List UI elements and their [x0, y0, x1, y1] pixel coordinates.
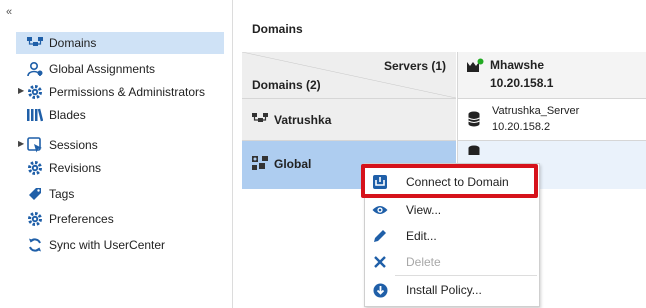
gear-icon	[27, 160, 43, 176]
menu-item-view[interactable]: View...	[365, 197, 539, 223]
sidebar-item-blades[interactable]: Blades	[16, 104, 224, 126]
server-name: Vatrushka_Server	[492, 105, 580, 117]
sidebar-item-label: Preferences	[49, 212, 114, 226]
database-server-icon	[468, 144, 480, 158]
sidebar-item-label: Sync with UserCenter	[49, 238, 166, 252]
blades-icon	[27, 107, 43, 123]
delete-x-icon	[372, 254, 388, 270]
gear-icon	[27, 84, 43, 100]
sidebar-item-label: Global Assignments	[49, 62, 156, 76]
domain-server-cell[interactable]: Vatrushka_Server 10.20.158.2	[457, 99, 646, 141]
menu-separator	[395, 275, 537, 276]
mds-ip: 10.20.158.1	[490, 76, 554, 90]
server-ip: 10.20.158.2	[492, 121, 551, 133]
menu-item-label: View...	[406, 203, 442, 217]
mds-server-icon	[466, 58, 484, 75]
global-assignments-icon	[27, 61, 43, 77]
sync-icon	[27, 237, 43, 253]
domain-name: Vatrushka	[274, 113, 332, 127]
sessions-icon	[27, 137, 43, 153]
sidebar-item-revisions[interactable]: Revisions	[16, 157, 224, 179]
sidebar-item-domains[interactable]: Domains	[16, 32, 224, 54]
servers-column-header[interactable]: Servers (1)	[384, 59, 446, 73]
pencil-icon	[372, 228, 388, 244]
database-server-icon	[468, 111, 480, 130]
sidebar-item-label: Permissions & Administrators	[49, 85, 206, 99]
highlight-annotation-box	[361, 164, 538, 198]
domains-row-header[interactable]: Domains (2)	[252, 78, 321, 92]
domain-row-vatrushka[interactable]: Vatrushka	[242, 99, 456, 141]
sidebar-item-label: Blades	[49, 108, 86, 122]
menu-item-label: Edit...	[406, 229, 437, 243]
eye-icon	[372, 202, 388, 218]
sidebar-item-preferences[interactable]: Preferences	[16, 208, 224, 230]
sidebar-item-tags[interactable]: Tags	[16, 183, 224, 205]
sidebar-item-label: Tags	[49, 187, 75, 201]
domain-icon	[252, 112, 268, 128]
sidebar-item-label: Domains	[49, 36, 97, 50]
menu-item-install-policy[interactable]: Install Policy...	[365, 277, 539, 303]
page-title: Domains	[252, 22, 303, 36]
menu-item-delete[interactable]: Delete	[365, 249, 539, 275]
expand-caret-icon[interactable]: ▶	[18, 86, 24, 95]
domain-name: Global	[274, 157, 312, 171]
sidebar-divider[interactable]	[232, 0, 233, 308]
sidebar: Domains Global Assignments ▶ Permissions…	[0, 0, 230, 308]
grid-corner-header: Servers (1) Domains (2)	[242, 52, 456, 99]
sidebar-item-permissions-administrators[interactable]: ▶ Permissions & Administrators	[16, 81, 224, 103]
sidebar-item-global-assignments[interactable]: Global Assignments	[16, 58, 224, 80]
mds-name: Mhawshe	[490, 58, 545, 72]
install-policy-icon	[372, 282, 388, 298]
menu-item-label: Install Policy...	[406, 283, 482, 297]
expand-caret-icon[interactable]: ▶	[18, 139, 24, 148]
sidebar-item-label: Revisions	[49, 161, 102, 175]
menu-item-label: Delete	[406, 255, 441, 269]
global-domain-icon	[252, 156, 268, 172]
sidebar-item-sessions[interactable]: ▶ Sessions	[16, 134, 224, 156]
mds-column-header[interactable]: Mhawshe 10.20.158.1	[457, 52, 646, 99]
menu-item-edit[interactable]: Edit...	[365, 223, 539, 249]
sidebar-item-sync-usercenter[interactable]: Sync with UserCenter	[16, 234, 224, 256]
gear-icon	[27, 211, 43, 227]
domains-icon	[27, 35, 43, 51]
sidebar-item-label: Sessions	[49, 138, 98, 152]
tag-icon	[27, 186, 43, 202]
